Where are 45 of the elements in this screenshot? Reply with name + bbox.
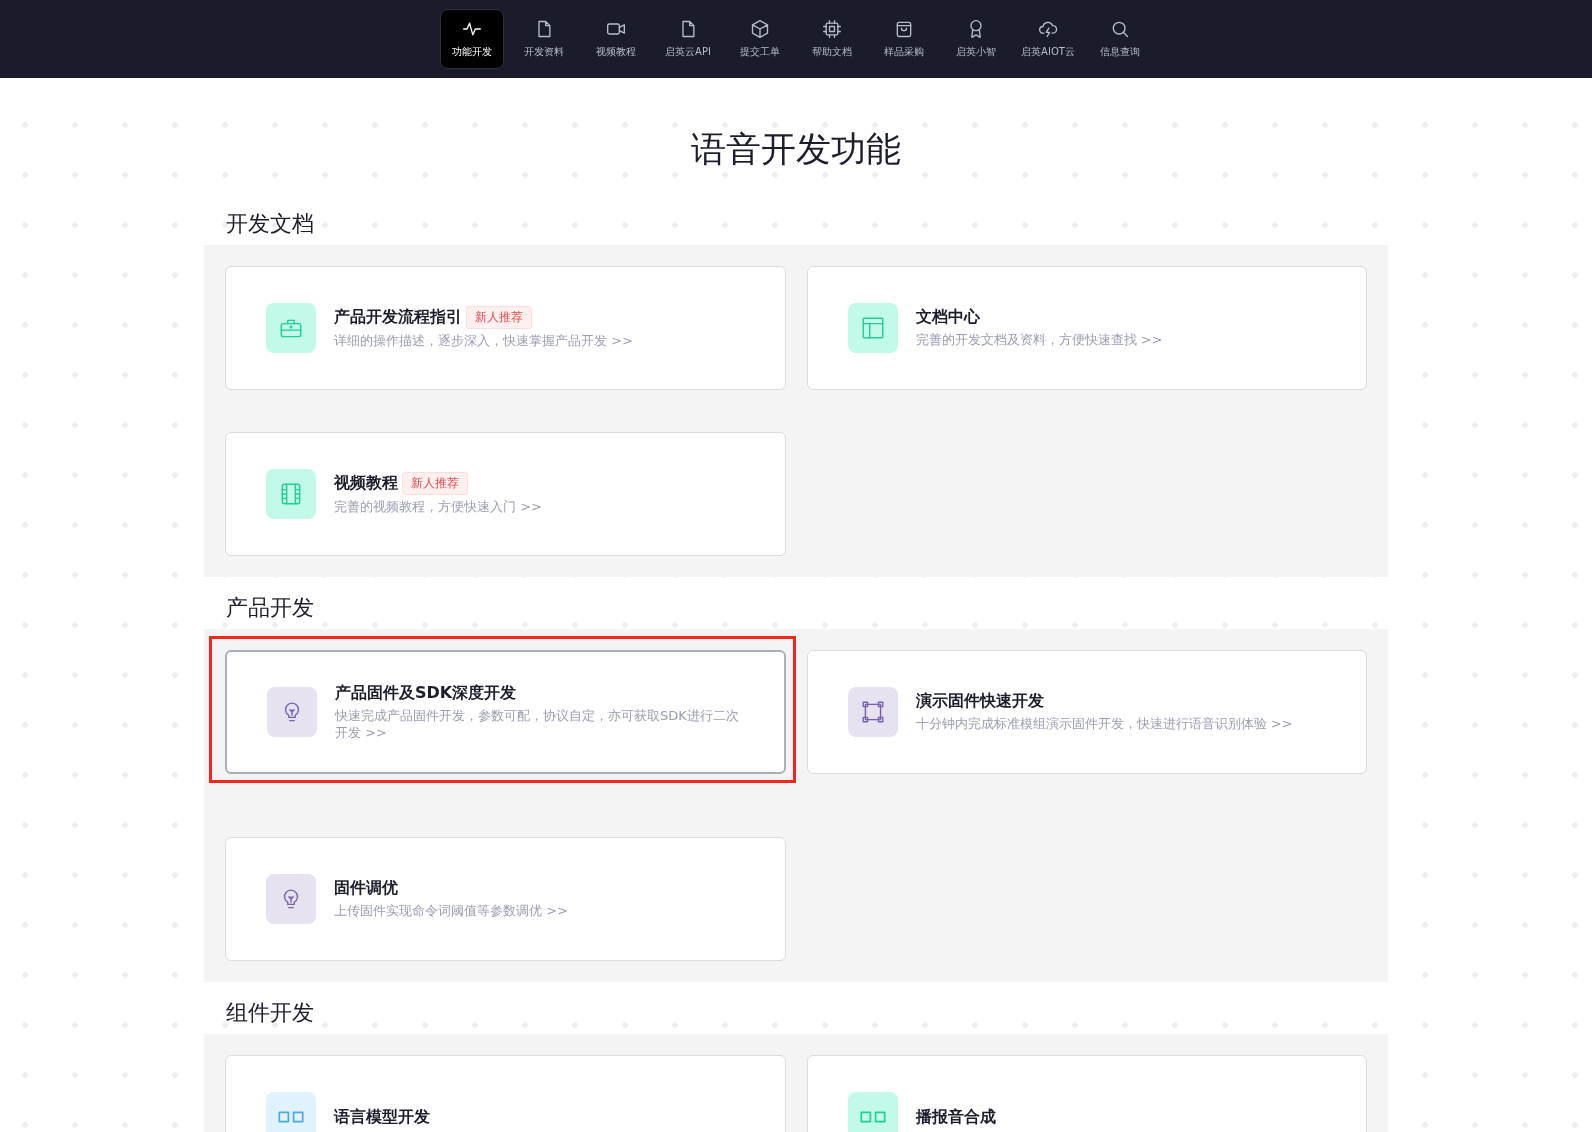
cube-icon — [750, 19, 770, 39]
feature-card[interactable]: 播报音合成 — [806, 1055, 1367, 1132]
card-title: 固件调优 — [334, 878, 398, 900]
card-title: 语言模型开发 — [334, 1106, 430, 1128]
new-user-badge: 新人推荐 — [466, 306, 532, 330]
feature-card[interactable]: 固件调优 上传固件实现命令词阈值等参数调优 >> — [225, 837, 786, 961]
cloud-icon — [1038, 19, 1058, 39]
feature-card[interactable]: 演示固件快速开发 十分钟内完成标准模组演示固件开发，快速进行语音识别体验 >> — [806, 650, 1367, 774]
card-description: 上传固件实现命令词阈值等参数调优 >> — [334, 903, 568, 920]
feature-card[interactable]: 语言模型开发 — [225, 1055, 786, 1132]
feature-card[interactable]: 产品固件及SDK深度开发 快速完成产品固件开发，参数可配，协议自定，亦可获取SDK进行二次开发 >> — [225, 650, 786, 774]
nav-tab[interactable]: 视频教程 — [584, 9, 648, 69]
card-title: 文档中心 — [915, 307, 980, 329]
two-squares-icon — [278, 1111, 304, 1123]
nav-tab[interactable]: 启英云API — [656, 9, 720, 69]
card-title: 产品固件及SDK深度开发 — [335, 682, 517, 704]
feature-card[interactable]: 视频教程 新人推荐 完善的视频教程，方便快速入门 >> — [225, 432, 786, 556]
card-title: 产品开发流程指引 — [334, 307, 462, 329]
nav-tab[interactable]: 信息查询 — [1088, 9, 1152, 69]
section-heading: 产品开发 — [226, 594, 315, 622]
feature-card[interactable]: 文档中心 完善的开发文档及资料，方便快速查找 >> — [806, 266, 1367, 390]
nav-tab[interactable]: 功能开发 — [440, 9, 504, 69]
section-heading: 开发文档 — [226, 210, 315, 238]
new-user-badge: 新人推荐 — [402, 472, 468, 496]
card-description: 详细的操作描述，逐步深入，快速掌握产品开发 >> — [334, 333, 633, 350]
card-title: 演示固件快速开发 — [915, 691, 1044, 713]
nav-tab[interactable]: 启英AIOT云 — [1016, 9, 1080, 69]
card-description: 快速完成产品固件开发，参数可配，协议自定，亦可获取SDK进行二次开发 >> — [335, 707, 740, 742]
card-description: 完善的开发文档及资料，方便快速查找 >> — [915, 332, 1163, 349]
bag-icon — [894, 19, 914, 39]
card-description: 十分钟内完成标准模组演示固件开发，快速进行语音识别体验 >> — [915, 716, 1293, 733]
card-description: 完善的视频教程，方便快速入门 >> — [334, 499, 542, 516]
nav-tab[interactable]: 提交工单 — [728, 9, 792, 69]
card-title: 视频教程 — [334, 473, 398, 495]
nav-tab[interactable]: 样品采购 — [872, 9, 936, 69]
card-title: 播报音合成 — [915, 1106, 996, 1128]
section-heading: 组件开发 — [226, 999, 315, 1027]
chip-icon — [822, 19, 842, 39]
nav-tab[interactable]: 启英小智 — [944, 9, 1008, 69]
search-icon — [1110, 19, 1130, 39]
two-squares-icon — [859, 1111, 886, 1123]
nav-tab[interactable]: 帮助文档 — [800, 9, 864, 69]
nav-tab[interactable]: 开发资料 — [512, 9, 576, 69]
feature-card[interactable]: 产品开发流程指引 新人推荐 详细的操作描述，逐步深入，快速掌握产品开发 >> — [225, 266, 786, 390]
page-title: 语音开发功能 — [690, 128, 902, 171]
